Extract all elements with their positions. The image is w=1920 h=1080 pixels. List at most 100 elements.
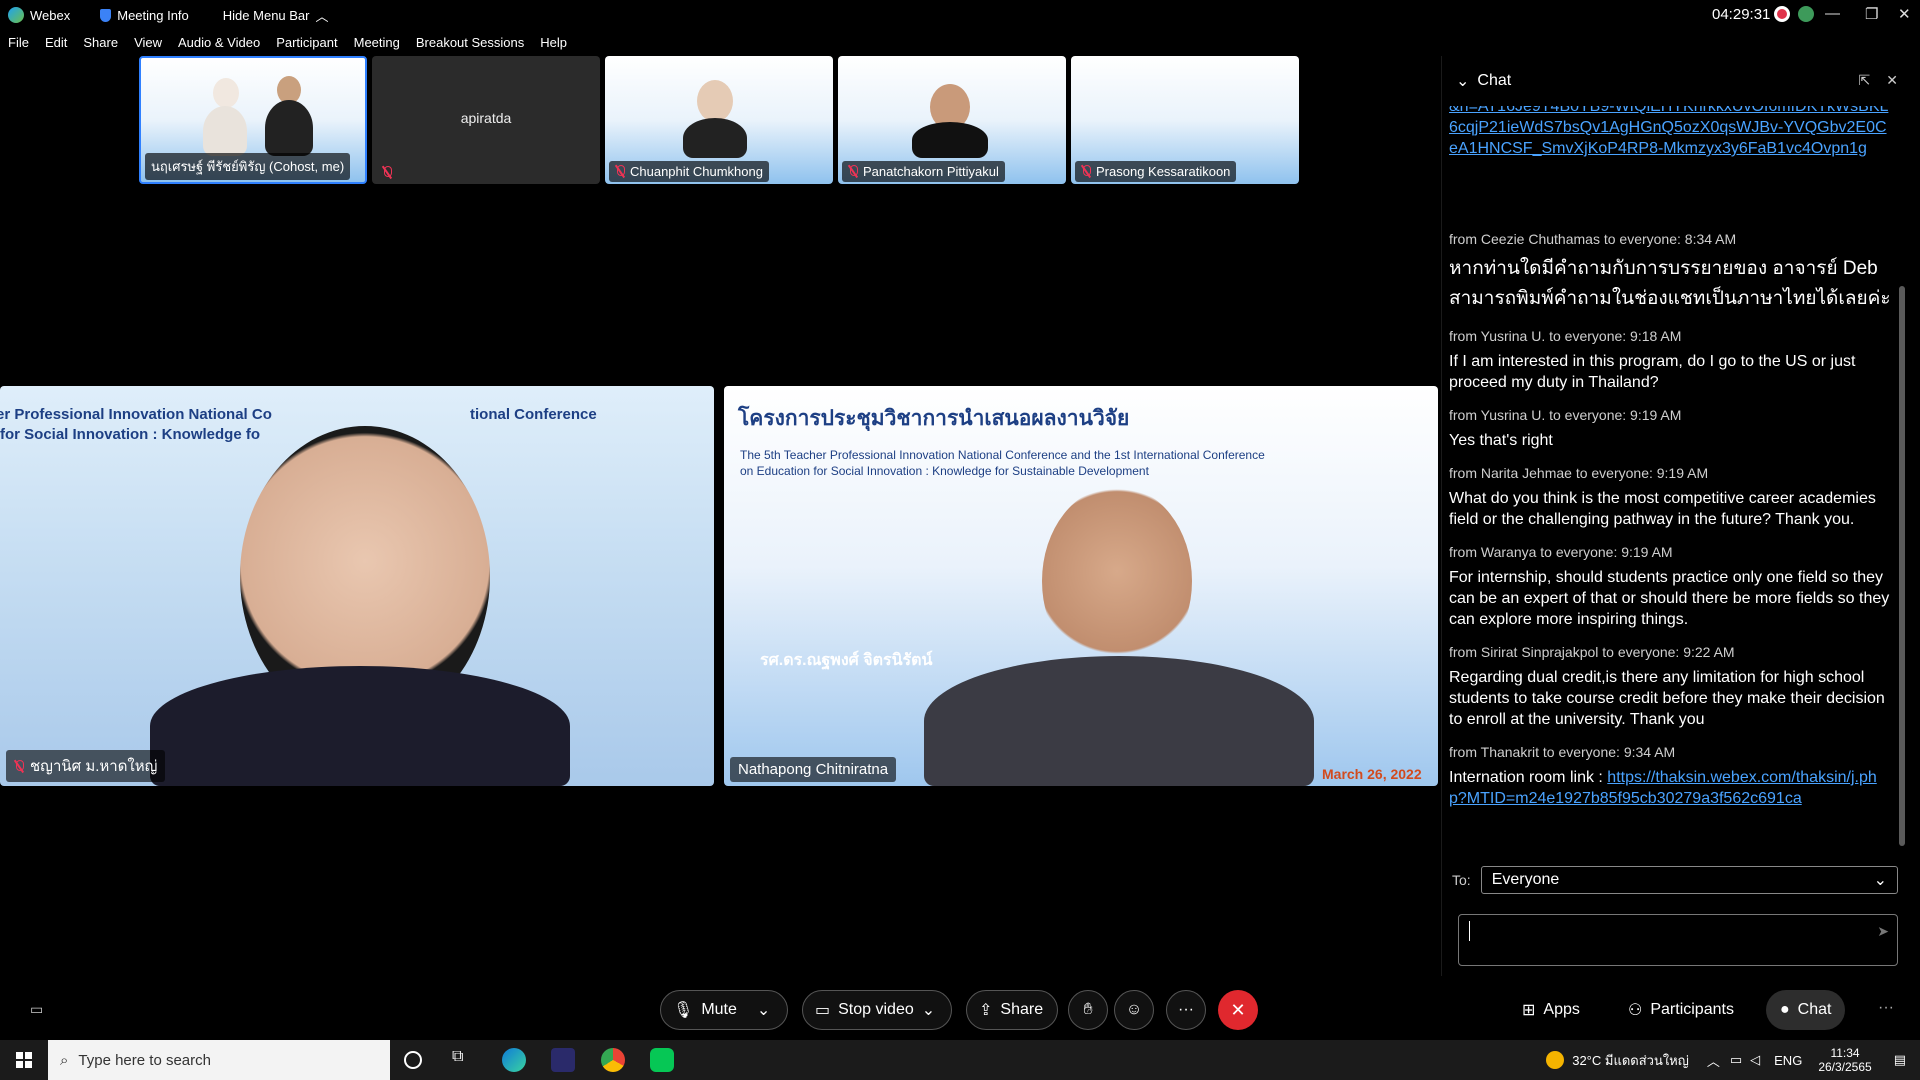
muted-mic-icon bbox=[848, 165, 858, 178]
notifications-icon[interactable]: ▤ bbox=[1894, 1052, 1906, 1068]
chat-header: ⌄ Chat ⇱ ✕ bbox=[1442, 56, 1908, 106]
camera-icon: ▭ bbox=[815, 1002, 831, 1019]
main-video-right[interactable]: โครงการประชุมวิชาการนำเสนอผลงานวิจัย The… bbox=[724, 386, 1438, 786]
cortana-icon[interactable] bbox=[404, 1051, 422, 1069]
more-icon[interactable]: ··· bbox=[1878, 999, 1894, 1017]
clock[interactable]: 11:34 26/3/2565 bbox=[1818, 1046, 1871, 1074]
hide-menu-bar-button[interactable]: Hide Menu Bar ︿ bbox=[223, 6, 329, 25]
task-view-icon[interactable]: ⧉ bbox=[452, 1048, 476, 1072]
line-icon[interactable] bbox=[650, 1048, 674, 1072]
more-options-button[interactable]: ··· bbox=[1166, 990, 1206, 1030]
smiley-icon: ☺ bbox=[1125, 1001, 1143, 1018]
chat-link[interactable]: &h=AT16Je9T4BoYB9-WfQlEHYKhrkkxUvOI6mfDK… bbox=[1449, 106, 1888, 157]
participant-name-label: นฤเศรษฐ์ พีรัชย์พิรัญ (Cohost, me) bbox=[145, 153, 351, 180]
chat-message: from Narita Jehmae to everyone: 9:19 AM … bbox=[1449, 465, 1876, 528]
recording-icon[interactable] bbox=[1774, 6, 1790, 22]
mute-button[interactable]: 🎙︎ Mute ⌄ bbox=[660, 990, 788, 1030]
chat-message: from Ceezie Chuthamas to everyone: 8:34 … bbox=[1449, 231, 1891, 309]
start-button[interactable] bbox=[0, 1040, 48, 1080]
participant-thumb-cohost[interactable]: นฤเศรษฐ์ พีรัชย์พิรัญ (Cohost, me) bbox=[139, 56, 367, 184]
avatar[interactable] bbox=[1798, 6, 1814, 22]
pop-out-icon[interactable]: ⇱ bbox=[1859, 72, 1871, 89]
chevron-down-icon: ⌄ bbox=[921, 1002, 936, 1019]
banner-line: er Professional Innovation National Co bbox=[0, 406, 272, 423]
participant-thumb-apiratda[interactable]: apiratda bbox=[372, 56, 600, 184]
captions-icon[interactable]: ▭ bbox=[30, 1001, 43, 1018]
chevron-up-icon[interactable]: ︿ bbox=[1707, 1051, 1720, 1070]
main-video-left[interactable]: er Professional Innovation National Co t… bbox=[0, 386, 714, 786]
taskbar-search[interactable]: ⌕ Type here to search bbox=[48, 1040, 390, 1080]
edge-icon[interactable] bbox=[502, 1048, 526, 1072]
participant-name-label: Chuanphit Chumkhong bbox=[630, 164, 763, 179]
search-icon: ⌕ bbox=[60, 1051, 69, 1069]
restore-button[interactable]: ❐ bbox=[1865, 5, 1878, 23]
person-icon: ⚇ bbox=[1628, 1002, 1643, 1019]
chat-scrollbar[interactable] bbox=[1896, 106, 1908, 866]
send-icon[interactable]: ➤ bbox=[1877, 923, 1889, 940]
share-button[interactable]: ⇪ Share bbox=[966, 990, 1058, 1030]
chat-bubble-icon: ● bbox=[1780, 1001, 1790, 1018]
recipient-select[interactable]: Everyone ⌄ bbox=[1480, 866, 1898, 894]
apps-button[interactable]: ⊞ Apps bbox=[1508, 990, 1594, 1030]
menu-share[interactable]: Share bbox=[75, 32, 126, 54]
chevron-down-icon[interactable]: ⌄ bbox=[1456, 71, 1469, 91]
participant-thumb-chuanphit[interactable]: Chuanphit Chumkhong bbox=[605, 56, 833, 184]
raise-hand-button[interactable]: ✋︎ bbox=[1068, 990, 1108, 1030]
menu-audio-video[interactable]: Audio & Video bbox=[170, 32, 268, 54]
participant-thumb-panatchakorn[interactable]: Panatchakorn Pittiyakul bbox=[838, 56, 1066, 184]
menu-participant[interactable]: Participant bbox=[268, 32, 345, 54]
muted-mic-icon bbox=[14, 759, 24, 773]
banner-line: on Education for Social Innovation : Kno… bbox=[740, 464, 1149, 478]
participant-name-label: ชญานิศ ม.หาดใหญ่ bbox=[30, 758, 158, 775]
leave-meeting-button[interactable]: ✕ bbox=[1218, 990, 1258, 1030]
participant-video bbox=[213, 78, 239, 108]
webex-taskbar-icon[interactable] bbox=[551, 1048, 575, 1072]
chat-title: Chat bbox=[1477, 72, 1512, 89]
close-icon: ✕ bbox=[1230, 999, 1246, 1020]
app-name: Webex bbox=[30, 7, 71, 23]
participant-name-label: Prasong Kessaratikoon bbox=[1096, 164, 1231, 179]
meeting-info-button[interactable]: Meeting Info bbox=[100, 8, 189, 23]
menu-help[interactable]: Help bbox=[532, 32, 575, 54]
banner-line: tional Conference bbox=[470, 406, 597, 423]
menu-breakout-sessions[interactable]: Breakout Sessions bbox=[408, 32, 532, 54]
language-indicator[interactable]: ENG bbox=[1774, 1053, 1802, 1068]
share-icon: ⇪ bbox=[979, 1002, 993, 1019]
weather-icon[interactable] bbox=[1546, 1051, 1565, 1069]
participant-video bbox=[1042, 486, 1192, 676]
title-bar: Webex Meeting Info Hide Menu Bar ︿ 04:29… bbox=[0, 0, 1920, 30]
menu-file[interactable]: File bbox=[0, 32, 37, 54]
meeting-controls: ▭ 🎙︎ Mute ⌄ ▭ Stop video ⌄ ⇪ Share ✋︎ ☺ ··· ✕… bbox=[0, 981, 1920, 1037]
chat-input[interactable]: ➤ bbox=[1458, 914, 1898, 966]
chat-button[interactable]: ● Chat bbox=[1766, 990, 1846, 1030]
chevron-up-icon: ︿ bbox=[315, 8, 329, 24]
muted-mic-icon bbox=[615, 165, 625, 178]
close-window-button[interactable]: ✕ bbox=[1898, 5, 1911, 23]
chevron-down-icon: ⌄ bbox=[1873, 872, 1887, 889]
chat-panel: ⌄ Chat ⇱ ✕ &h=AT16Je9T4BoYB9-WfQlEHYKhrk… bbox=[1441, 56, 1908, 976]
participant-thumb-prasong[interactable]: Prasong Kessaratikoon bbox=[1071, 56, 1299, 184]
stop-video-button[interactable]: ▭ Stop video ⌄ bbox=[802, 990, 952, 1030]
chat-message: from Waranya to everyone: 9:19 AM For in… bbox=[1449, 544, 1890, 628]
windows-taskbar: ⌕ Type here to search ⧉ 32°C มีแดดส่วนให… bbox=[0, 1040, 1920, 1080]
chrome-icon[interactable] bbox=[601, 1048, 625, 1072]
hand-icon: ✋︎ bbox=[1083, 1001, 1093, 1018]
recipient-row: To: Everyone ⌄ bbox=[1452, 866, 1898, 894]
network-icon[interactable]: ▭ bbox=[1730, 1052, 1742, 1068]
banner-line: for Social Innovation : Knowledge fo bbox=[0, 426, 261, 443]
minimize-button[interactable]: — bbox=[1825, 5, 1840, 22]
menu-view[interactable]: View bbox=[126, 32, 170, 54]
chat-messages[interactable]: &h=AT16Je9T4BoYB9-WfQlEHYKhrkkxUvOI6mfDK… bbox=[1442, 106, 1894, 866]
chat-message: from Sirirat Sinprajakpol to everyone: 9… bbox=[1449, 644, 1885, 728]
banner-line: The 5th Teacher Professional Innovation … bbox=[740, 448, 1265, 462]
event-date: March 26, 2022 bbox=[1322, 766, 1422, 782]
close-icon[interactable]: ✕ bbox=[1886, 72, 1898, 89]
menu-edit[interactable]: Edit bbox=[37, 32, 75, 54]
menu-meeting[interactable]: Meeting bbox=[346, 32, 408, 54]
reactions-button[interactable]: ☺ bbox=[1114, 990, 1154, 1030]
meeting-clock: 04:29:31 bbox=[1712, 6, 1771, 23]
participants-button[interactable]: ⚇ Participants bbox=[1614, 990, 1748, 1030]
weather-text[interactable]: 32°C มีแดดส่วนใหญ่ bbox=[1572, 1050, 1689, 1071]
apps-icon: ⊞ bbox=[1522, 1002, 1536, 1019]
volume-icon[interactable]: ◁ bbox=[1750, 1052, 1760, 1068]
